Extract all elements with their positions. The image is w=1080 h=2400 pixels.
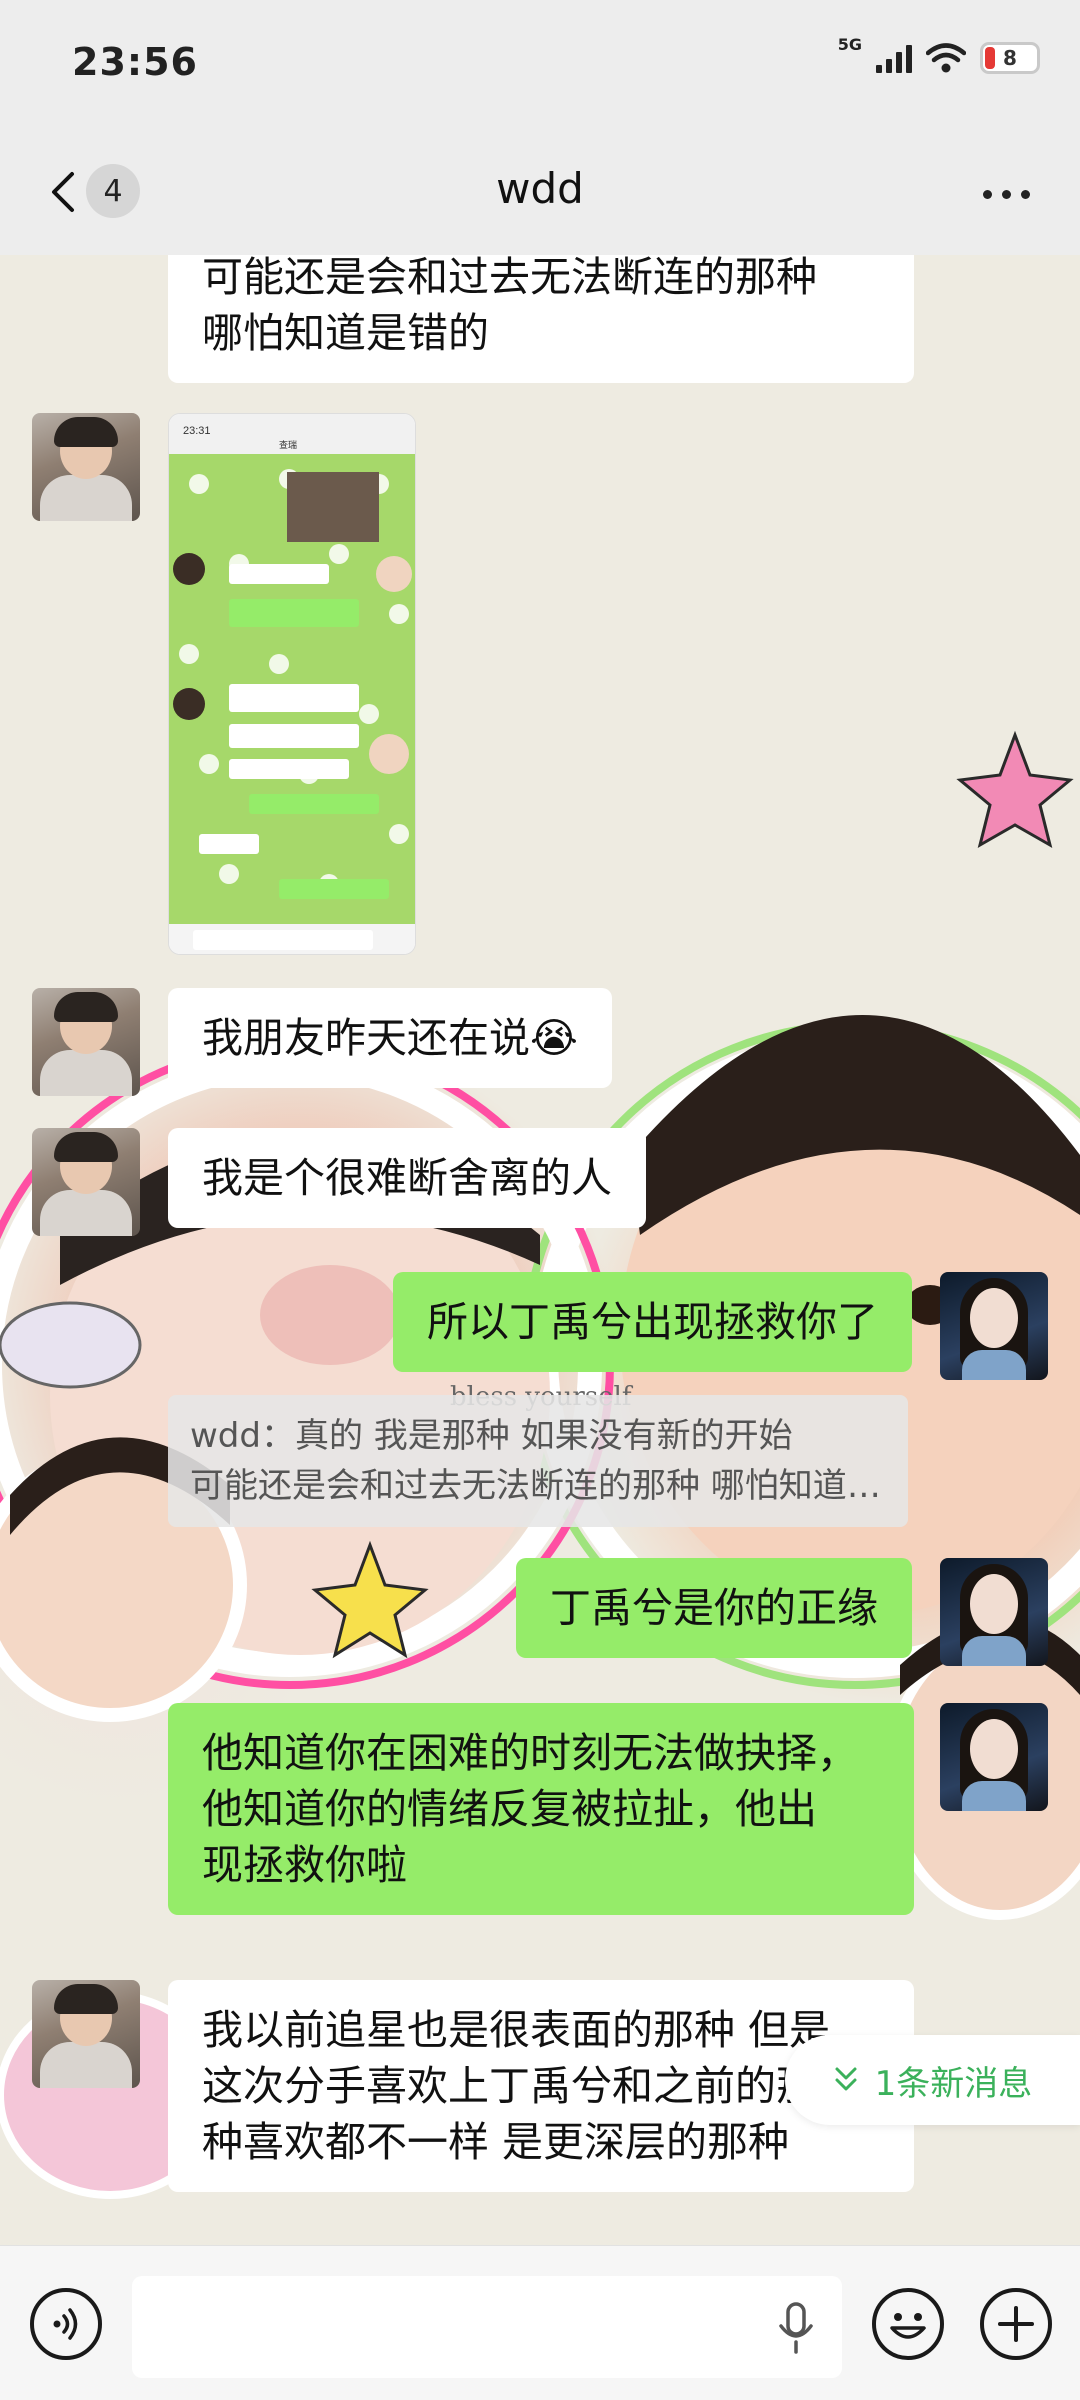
- wifi-icon: [926, 43, 966, 73]
- voice-toggle-button[interactable]: [30, 2288, 102, 2360]
- friend-avatar[interactable]: [32, 988, 140, 1096]
- chat-area[interactable]: bless yourself 可能还是会和过去无法断连的那种 哪怕知道是错的 2…: [0, 255, 1080, 2245]
- battery-icon: 8: [980, 42, 1040, 74]
- message-text: 这次分手喜欢上丁禹兮和之前的那: [202, 2062, 817, 2110]
- emoji-icon: [890, 2313, 926, 2339]
- plus-icon: [998, 2306, 1034, 2342]
- emoji-button[interactable]: [872, 2288, 944, 2360]
- message-bubble-me[interactable]: 丁禹兮是你的正缘: [516, 1558, 912, 1658]
- more-icon[interactable]: [983, 190, 1030, 199]
- message-text: 他知道你的情绪反复被拉扯，他出: [202, 1785, 817, 1833]
- message-bubble-me[interactable]: 他知道你在困难的时刻无法做抉择， 他知道你的情绪反复被拉扯，他出 现拯救你啦: [168, 1703, 914, 1915]
- voice-icon: [53, 2308, 78, 2340]
- chevron-down-icon: [835, 2067, 857, 2091]
- message-bubble-friend[interactable]: 可能还是会和过去无法断连的那种 哪怕知道是错的: [168, 255, 914, 383]
- status-icons: 5G 8: [838, 35, 1040, 74]
- new-messages-button[interactable]: 1条新消息: [785, 2035, 1080, 2125]
- message-text: 现拯救你啦: [202, 1841, 407, 1889]
- mic-icon[interactable]: [778, 2302, 814, 2354]
- message-text: 哪怕知道是错的: [202, 309, 489, 357]
- quoted-message[interactable]: wdd：真的 我是那种 如果没有新的开始 可能还是会和过去无法断连的那种 哪怕知…: [168, 1395, 908, 1527]
- message-input[interactable]: [132, 2276, 842, 2378]
- friend-avatar[interactable]: [32, 1128, 140, 1236]
- chat-title[interactable]: wdd: [0, 164, 1080, 213]
- nav-bar: 4 wdd: [0, 130, 1080, 255]
- my-avatar[interactable]: [940, 1272, 1048, 1380]
- my-avatar[interactable]: [940, 1558, 1048, 1666]
- message-bubble-friend[interactable]: 我是个很难断舍离的人: [168, 1128, 646, 1228]
- screenshot-content: 23:31 查瑞: [169, 414, 415, 954]
- quote-line: wdd：真的 我是那种 如果没有新的开始: [190, 1416, 793, 1456]
- quote-line: 可能还是会和过去无法断连的那种 哪怕知道是错的: [190, 1466, 886, 1506]
- my-avatar[interactable]: [940, 1703, 1048, 1811]
- friend-avatar[interactable]: [32, 413, 140, 521]
- new-messages-label: 1条新消息: [874, 2063, 1033, 2104]
- message-text: 他知道你在困难的时刻无法做抉择，: [202, 1729, 858, 1777]
- message-text: 种喜欢都不一样 是更深层的那种: [202, 2118, 790, 2166]
- message-text: 我以前追星也是很表面的那种 但是: [202, 2006, 831, 2054]
- message-bubble-me[interactable]: 所以丁禹兮出现拯救你了: [393, 1272, 912, 1372]
- screenshot-title: 查瑞: [279, 439, 297, 450]
- battery-level: 8: [1003, 46, 1017, 70]
- plus-button[interactable]: [980, 2288, 1052, 2360]
- wallpaper-decoration: bless yourself: [0, 730, 1080, 2199]
- screenshot-time: 23:31: [183, 425, 211, 437]
- friend-avatar[interactable]: [32, 1980, 140, 2088]
- signal-icon: [876, 43, 912, 73]
- message-text: 可能还是会和过去无法断连的那种: [202, 255, 817, 301]
- shared-screenshot-image[interactable]: 23:31 查瑞: [168, 413, 416, 955]
- status-time: 23:56: [72, 40, 198, 84]
- input-bar: [0, 2245, 1080, 2400]
- network-type: 5G: [837, 34, 862, 54]
- message-bubble-friend[interactable]: 我朋友昨天还在说😭: [168, 988, 612, 1088]
- status-bar: 23:56 5G 8: [0, 0, 1080, 130]
